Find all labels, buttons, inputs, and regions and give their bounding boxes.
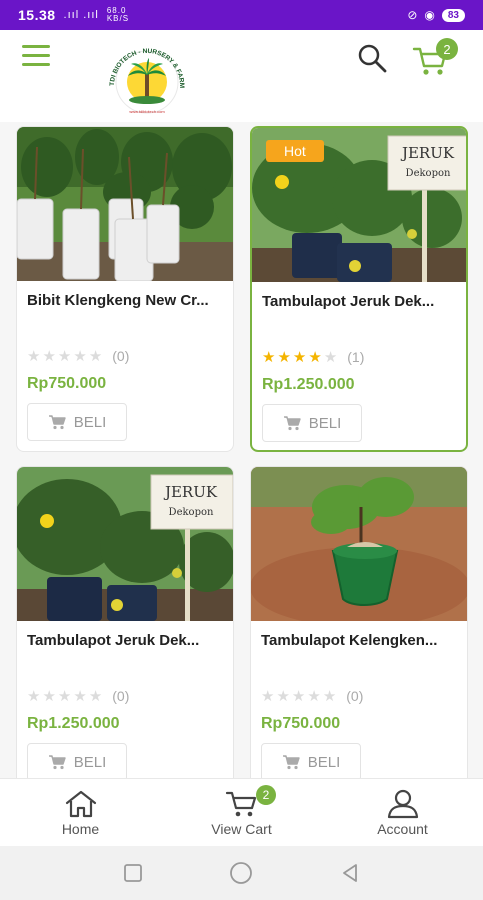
cart-icon [48, 755, 66, 770]
buy-button[interactable]: BELI [27, 403, 127, 441]
buy-button-label: BELI [73, 753, 107, 771]
cart-count-badge: 2 [436, 38, 458, 60]
bottom-nav: Home 2 View Cart Account [0, 778, 483, 846]
star-icon: ★ [262, 349, 276, 366]
buy-button[interactable]: BELI [27, 743, 127, 778]
star-icon: ★ [291, 688, 306, 705]
product-image: JERUK Dekopon [17, 467, 233, 621]
back-triangle-icon[interactable] [339, 862, 361, 884]
rating-stars: ★ ★ ★ ★ ★ (1) [262, 348, 364, 366]
rating-stars: ★ ★ ★ ★ ★ (0) [27, 347, 129, 365]
star-icon: ★ [88, 348, 103, 365]
star-icon: ★ [42, 688, 56, 705]
star-icon: ★ [27, 348, 41, 365]
rating-stars: ★ ★ ★ ★ ★ (0) [261, 687, 363, 705]
buy-button[interactable]: BELI [262, 404, 362, 442]
nav-account[interactable]: Account [322, 779, 483, 846]
rating-stars: ★ ★ ★ ★ ★ (0) [27, 687, 129, 705]
product-image: JERUK Dekopon Hot [252, 128, 466, 282]
star-icon: ★ [57, 688, 72, 705]
product-price: Rp1.250.000 [27, 715, 120, 732]
account-icon [387, 789, 418, 818]
nav-view-cart[interactable]: 2 View Cart [161, 779, 322, 846]
star-icon: ★ [261, 688, 275, 705]
star-icon: ★ [88, 688, 103, 705]
star-icon: ★ [42, 348, 56, 365]
star-icon: ★ [73, 688, 87, 705]
star-icon: ★ [27, 688, 41, 705]
buy-button[interactable]: BELI [261, 743, 361, 778]
battery-icon: 83 [441, 8, 465, 22]
star-icon: ★ [323, 349, 338, 366]
product-card[interactable]: JERUK Dekopon Tambulapot Jeruk Dek... ★ … [16, 466, 234, 778]
brand-logo[interactable]: TDI BIOTECH - NURSERY & FARM www.tdibiot… [100, 38, 194, 118]
menu-icon[interactable] [22, 45, 50, 67]
home-circle-icon[interactable] [228, 860, 254, 886]
product-image [251, 467, 467, 621]
search-icon[interactable] [356, 42, 388, 74]
review-count: (0) [346, 688, 364, 704]
product-name[interactable]: Tambulapot Jeruk Dek... [262, 293, 458, 310]
cart-icon [48, 415, 66, 430]
cart-icon [283, 416, 301, 431]
product-card[interactable]: Tambulapot Kelengken... ★ ★ ★ ★ ★ (0) Rp… [250, 466, 468, 778]
star-icon: ★ [57, 348, 72, 365]
sign-line1: JERUK [163, 483, 218, 501]
star-icon: ★ [322, 688, 337, 705]
nav-home[interactable]: Home [0, 779, 161, 846]
star-icon: ★ [292, 349, 307, 366]
sign-line2: Dekopon [406, 168, 451, 179]
cart-icon [225, 791, 256, 816]
nav-home-label: Home [61, 820, 100, 837]
product-price: Rp750.000 [27, 375, 107, 392]
star-icon: ★ [277, 349, 291, 366]
nav-view-cart-label: View Cart [211, 820, 272, 837]
product-grid: Bibit Klengkeng New Cr... ★ ★ ★ ★ ★ (0) … [0, 122, 483, 778]
nav-cart-count-badge: 2 [256, 785, 276, 805]
star-icon: ★ [307, 688, 321, 705]
product-card[interactable]: JERUK Dekopon Hot Tambulapot Jeruk Dek..… [250, 126, 468, 452]
recent-apps-icon[interactable] [122, 862, 144, 884]
product-image [17, 127, 233, 281]
status-bar: 15.38 .ııl .ııl 68.0 KB/S ⊘ ◉ 83 [0, 0, 483, 30]
product-price: Rp750.000 [261, 715, 341, 732]
star-icon: ★ [73, 348, 87, 365]
product-name[interactable]: Tambulapot Jeruk Dek... [27, 632, 225, 649]
net-speed: 68.0 KB/S [106, 6, 130, 23]
buy-button-label: BELI [73, 413, 107, 431]
review-count: (0) [112, 348, 130, 364]
nav-account-label: Account [377, 820, 428, 837]
review-count: (0) [112, 688, 130, 704]
buy-button-label: BELI [307, 753, 341, 771]
signal-icon: .ııl .ııl [63, 9, 99, 21]
product-price: Rp1.250.000 [262, 376, 355, 393]
product-name[interactable]: Tambulapot Kelengken... [261, 632, 459, 649]
svg-text:www.tdibiotech.com: www.tdibiotech.com [129, 109, 165, 114]
star-icon: ★ [276, 688, 290, 705]
header-cart-button[interactable]: 2 [410, 38, 460, 76]
status-time: 15.38 [18, 7, 56, 23]
product-card[interactable]: Bibit Klengkeng New Cr... ★ ★ ★ ★ ★ (0) … [16, 126, 234, 452]
system-nav-bar [0, 846, 483, 900]
home-icon [65, 790, 96, 817]
hot-badge: Hot [266, 140, 324, 162]
review-count: (1) [347, 349, 365, 365]
sign-line1: JERUK [400, 144, 455, 162]
cart-icon [282, 755, 300, 770]
product-name[interactable]: Bibit Klengkeng New Cr... [27, 292, 225, 309]
alarm-icon: ⊘ [407, 8, 418, 22]
location-icon: ◉ [424, 8, 435, 22]
star-icon: ★ [308, 349, 322, 366]
buy-button-label: BELI [308, 414, 342, 432]
app-bar: TDI BIOTECH - NURSERY & FARM www.tdibiot… [0, 30, 483, 122]
sign-line2: Dekopon [169, 507, 214, 518]
